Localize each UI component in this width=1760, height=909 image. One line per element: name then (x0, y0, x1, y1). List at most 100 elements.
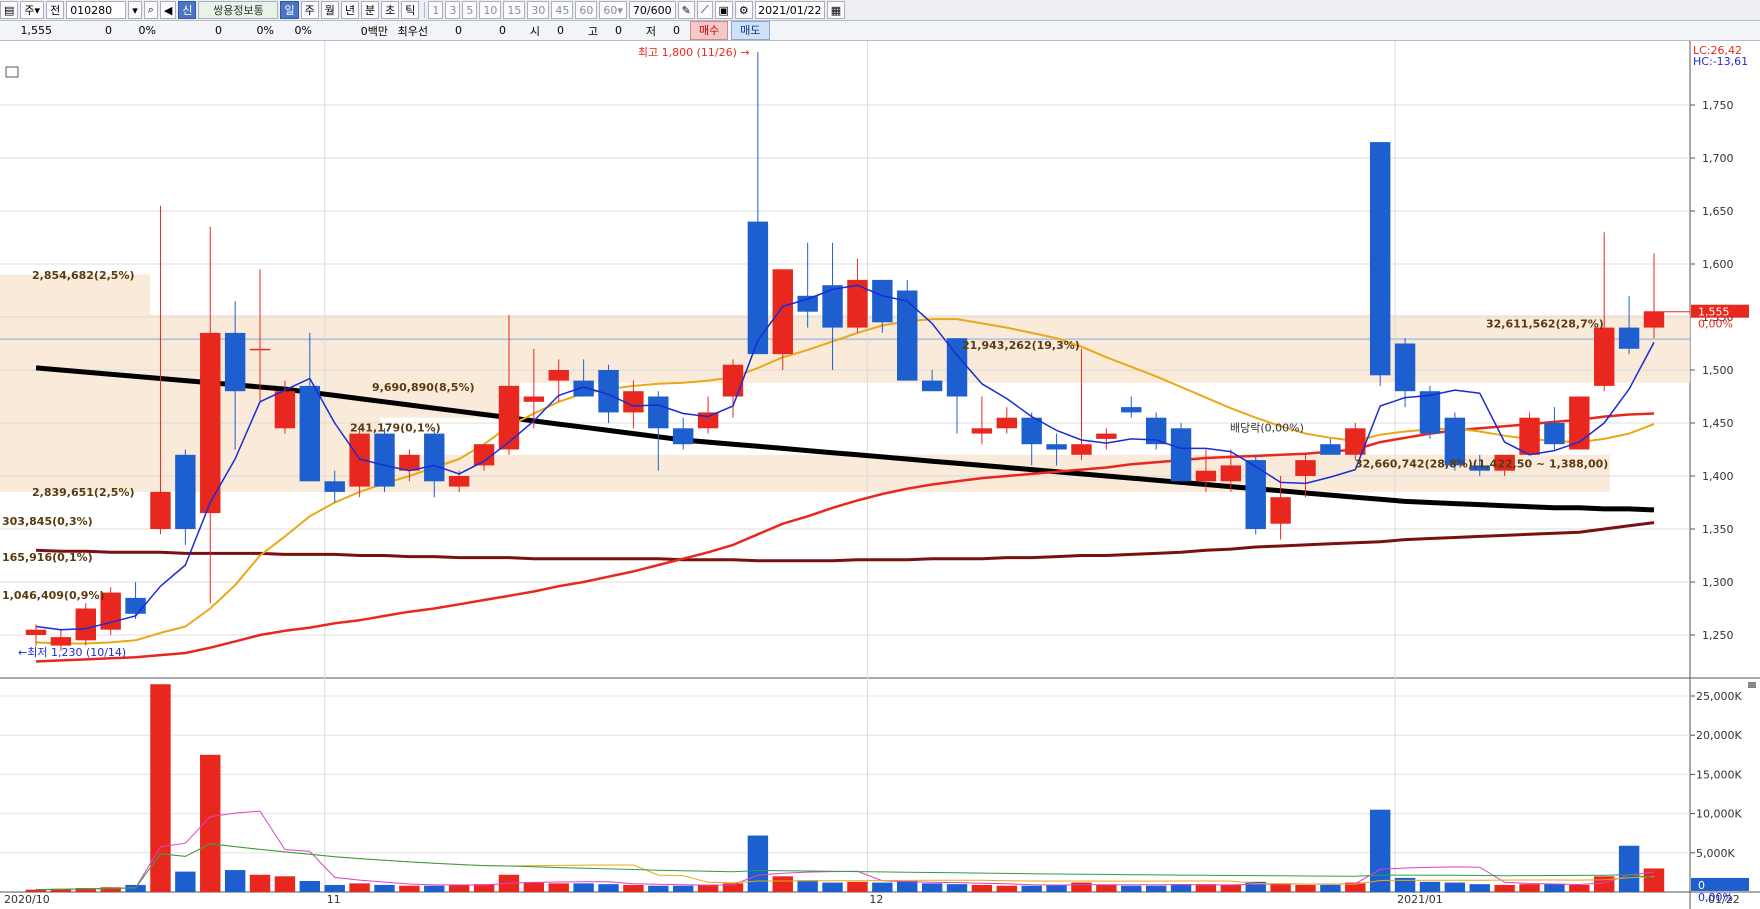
speaker-icon[interactable]: ◀ (159, 1, 177, 19)
candle-body[interactable] (697, 412, 719, 429)
candle-body[interactable] (274, 391, 296, 429)
volume-profile-label: 165,916(0,1%) (2, 551, 93, 564)
candle-body[interactable] (75, 608, 96, 641)
candle-body[interactable] (1618, 327, 1640, 349)
volume-bar (324, 884, 345, 892)
candle-body[interactable] (175, 454, 196, 529)
gear-icon[interactable]: ⚙ (734, 1, 753, 19)
volume-bar (1270, 884, 1291, 892)
low-value: 0 (673, 24, 680, 37)
interval-3[interactable]: 3 (445, 1, 461, 19)
buy-button[interactable]: 매수 (690, 21, 729, 40)
period-minute[interactable]: 분 (360, 1, 380, 19)
candle-body[interactable] (1121, 407, 1142, 413)
calendar-icon[interactable]: ▦ (826, 1, 846, 19)
period-week[interactable]: 주 (300, 1, 319, 19)
volume-bar (249, 874, 271, 892)
interval-value-select[interactable]: 60 ▾ (599, 1, 627, 19)
candle-body[interactable] (1295, 460, 1316, 476)
date-input[interactable]: 2021/01/22 (754, 1, 825, 19)
candle-body[interactable] (1096, 433, 1117, 439)
stock-chart[interactable]: 1,2501,3001,3501,4001,4501,5001,5501,600… (0, 41, 1760, 909)
candle-body[interactable] (1519, 417, 1540, 455)
candle-body[interactable] (299, 385, 321, 482)
type-select[interactable]: 주 ▾ (20, 1, 45, 19)
price-change-pct: 0% (138, 24, 156, 37)
interval-60[interactable]: 60 (575, 1, 598, 19)
candle-body[interactable] (1071, 444, 1092, 455)
jeon-button[interactable]: 전 (46, 1, 65, 19)
candle-body[interactable] (523, 396, 545, 402)
candle-body[interactable] (498, 385, 520, 450)
volume-profile-label: 9,690,890(8,5%) (372, 381, 475, 394)
candle-body[interactable] (200, 332, 221, 514)
candle-body[interactable] (1195, 470, 1217, 482)
candle-body[interactable] (224, 332, 246, 392)
candle-body[interactable] (25, 629, 47, 635)
candle-body[interactable] (1369, 142, 1391, 376)
period-second[interactable]: 초 (381, 1, 400, 19)
stock-code-input[interactable]: 010280 (66, 1, 127, 19)
candle-body[interactable] (1643, 311, 1665, 328)
candle-body[interactable] (722, 364, 744, 397)
save-icon[interactable]: ▣ (714, 1, 733, 19)
candle-body[interactable] (623, 391, 644, 413)
candle-body[interactable] (1220, 465, 1242, 482)
candle-body[interactable] (1320, 444, 1341, 455)
candle-body[interactable] (797, 295, 818, 312)
period-tick[interactable]: 틱 (401, 1, 420, 19)
candle-body[interactable] (1544, 423, 1565, 445)
line-icon[interactable]: ⟋ (696, 1, 713, 19)
candle-body[interactable] (1394, 343, 1416, 392)
candle-body[interactable] (1594, 327, 1615, 386)
candle-body[interactable] (921, 380, 943, 392)
candle-body[interactable] (374, 433, 395, 487)
candle-body[interactable] (747, 221, 769, 355)
candle-body[interactable] (548, 370, 569, 381)
candle-body[interactable] (1170, 428, 1192, 482)
candle-body[interactable] (872, 279, 893, 323)
candle-body[interactable] (448, 476, 470, 487)
period-month[interactable]: 월 (320, 1, 339, 19)
candle-body[interactable] (150, 491, 171, 529)
candle-body[interactable] (1270, 497, 1291, 524)
candle-body[interactable] (1046, 444, 1067, 450)
candle-body[interactable] (1021, 417, 1042, 445)
chart-menu-icon[interactable] (5, 66, 19, 78)
period-day[interactable]: 일 (280, 1, 299, 19)
sell-button[interactable]: 매도 (731, 21, 770, 40)
interval-1[interactable]: 1 (428, 1, 444, 19)
candle-body[interactable] (648, 396, 669, 429)
candle-body[interactable] (473, 444, 495, 466)
menu-icon[interactable]: ▤ (0, 1, 19, 19)
candle-body[interactable] (50, 637, 72, 646)
interval-10[interactable]: 10 (479, 1, 502, 19)
candle-body[interactable] (424, 433, 445, 482)
candle-body[interactable] (125, 597, 146, 614)
interval-15[interactable]: 15 (503, 1, 526, 19)
volume-bar (374, 884, 395, 892)
volume-pct2: 0% (294, 24, 312, 37)
interval-45[interactable]: 45 (551, 1, 574, 19)
candle-body[interactable] (324, 481, 345, 492)
candle-body[interactable] (897, 290, 918, 381)
dividend-annotation: 배당락(0,00%) (1230, 421, 1304, 434)
candle-body[interactable] (249, 348, 271, 351)
candle-body[interactable] (598, 370, 619, 413)
tools-icon[interactable]: ✎ (677, 1, 695, 19)
price-tick-label: 1,600 (1702, 258, 1734, 271)
count-input[interactable]: 70/600 (628, 1, 676, 19)
volume-bar (797, 880, 818, 892)
candle-body[interactable] (399, 454, 420, 471)
interval-30[interactable]: 30 (527, 1, 550, 19)
period-year[interactable]: 년 (340, 1, 359, 19)
pane-toggle-icon[interactable] (1748, 682, 1756, 688)
candle-body[interactable] (1419, 391, 1441, 434)
search-icon[interactable]: ⌕ (143, 1, 158, 19)
candle-body[interactable] (772, 269, 793, 355)
interval-5[interactable]: 5 (462, 1, 478, 19)
candle-body[interactable] (971, 428, 993, 434)
dropdown-icon[interactable]: ▾ (128, 1, 142, 19)
candle-body[interactable] (672, 428, 694, 445)
candle-body[interactable] (996, 417, 1018, 429)
